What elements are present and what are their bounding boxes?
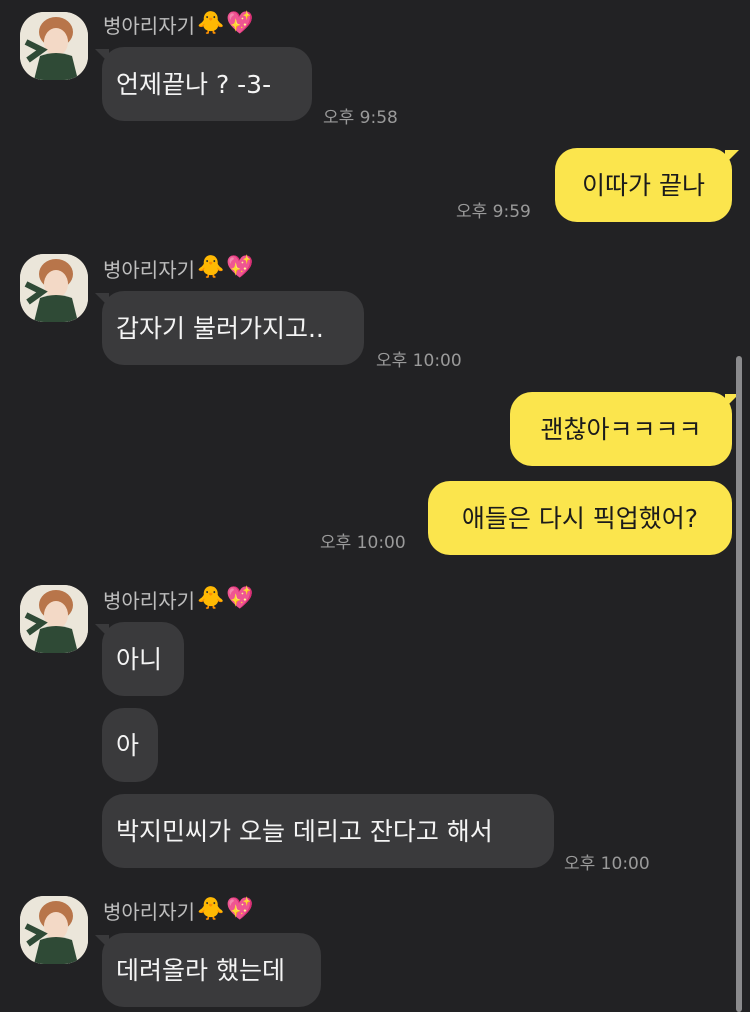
sender-name-text: 병아리자기 — [103, 899, 195, 924]
avatar[interactable] — [20, 12, 88, 80]
message-bubble[interactable]: 데려올라 했는데 — [95, 933, 321, 1007]
message-text: 데려올라 했는데 — [116, 955, 285, 985]
message-time: 오후 10:00 — [564, 854, 650, 874]
message-bubble[interactable]: 괜찮아ㅋㅋㅋㅋ — [510, 392, 739, 466]
message-time: 오후 10:00 — [376, 351, 462, 371]
scrollbar[interactable] — [736, 356, 742, 1012]
message-bubble[interactable]: 애들은 다시 픽업했어? — [428, 481, 732, 555]
message-text: 박지민씨가 오늘 데리고 잔다고 해서 — [116, 816, 493, 846]
sender-name-text: 병아리자기 — [103, 257, 195, 282]
avatar[interactable] — [20, 896, 88, 964]
sender-name: 병아리자기 🐥 💖 — [103, 9, 254, 39]
message-text: 아 — [116, 730, 140, 760]
sender-name-text: 병아리자기 — [103, 13, 195, 38]
message-text: 갑자기 불러가지고.. — [116, 313, 324, 343]
message-text: 언제끝나 ? -3- — [116, 69, 272, 99]
message-bubble[interactable]: 박지민씨가 오늘 데리고 잔다고 해서 — [102, 794, 554, 868]
avatar[interactable] — [20, 585, 88, 653]
heart-icon: 💖 — [226, 586, 254, 611]
message-time: 오후 10:00 — [320, 533, 406, 553]
chick-icon: 🐥 — [197, 586, 225, 611]
message-text: 괜찮아ㅋㅋㅋㅋ — [540, 414, 702, 444]
chick-icon: 🐥 — [197, 897, 225, 922]
message-bubble[interactable]: 이따가 끝나 — [555, 148, 739, 222]
heart-icon: 💖 — [226, 11, 254, 36]
sender-name: 병아리자기 🐥 💖 — [103, 253, 254, 283]
chick-icon: 🐥 — [197, 255, 225, 280]
message-bubble[interactable]: 갑자기 불러가지고.. — [95, 291, 364, 365]
heart-icon: 💖 — [226, 255, 254, 280]
message-text: 이따가 끝나 — [582, 170, 705, 200]
sender-name-text: 병아리자기 — [103, 588, 195, 613]
chick-icon: 🐥 — [197, 11, 225, 36]
message-time: 오후 9:59 — [456, 202, 531, 222]
message-bubble[interactable]: 아 — [102, 708, 158, 782]
avatar[interactable] — [20, 254, 88, 322]
message-bubble[interactable]: 아니 — [95, 622, 184, 696]
message-time: 오후 9:58 — [323, 108, 398, 128]
sender-name: 병아리자기 🐥 💖 — [103, 584, 254, 614]
heart-icon: 💖 — [226, 897, 254, 922]
message-text: 아니 — [116, 644, 163, 674]
sender-name: 병아리자기 🐥 💖 — [103, 895, 254, 925]
message-bubble[interactable]: 언제끝나 ? -3- — [95, 47, 312, 121]
message-text: 애들은 다시 픽업했어? — [461, 503, 699, 533]
